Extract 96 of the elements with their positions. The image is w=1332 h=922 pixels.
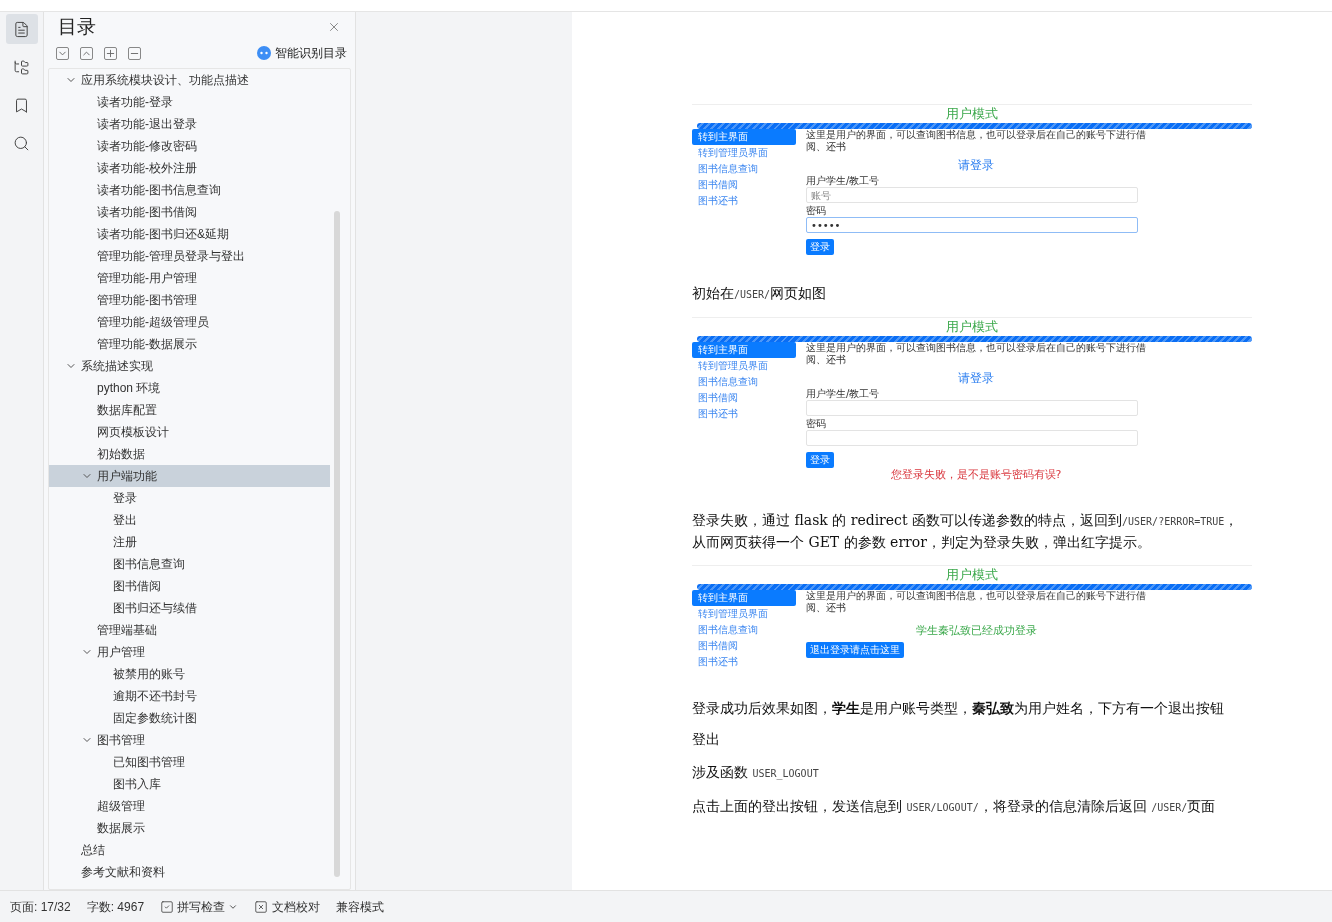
proofread-button[interactable]: 文档校对 (254, 897, 321, 916)
spell-check-button[interactable]: 拼写检查 (160, 897, 239, 916)
nav-link[interactable]: 转到主界面 (692, 129, 796, 145)
nav-link[interactable]: 图书借阅 (692, 638, 796, 654)
form-heading: 请登录 (957, 370, 995, 386)
toc-item[interactable]: 管理端基础 (49, 619, 330, 641)
input-field[interactable]: 账号 (806, 187, 1138, 203)
nav-link[interactable]: 转到管理员界面 (692, 358, 796, 374)
toc-item[interactable]: python 环境 (49, 377, 330, 399)
toc-item[interactable]: 管理功能-用户管理 (49, 267, 330, 289)
toc-item[interactable]: 图书信息查询 (49, 553, 330, 575)
login-button[interactable]: 登录 (806, 239, 834, 255)
field-label: 密码 (806, 204, 827, 217)
field-label: 密码 (806, 417, 827, 430)
toc-item[interactable]: 总结 (49, 839, 330, 861)
toc-item[interactable]: 读者功能-校外注册 (49, 157, 330, 179)
logout-button[interactable]: 退出登录请点击这里 (806, 642, 904, 658)
form-heading: 请登录 (957, 157, 995, 173)
nav-link[interactable]: 转到主界面 (692, 590, 796, 606)
smart-icon (257, 46, 271, 60)
smart-toc-button[interactable]: 智能识别目录 (257, 44, 347, 62)
intro-text: 这里是用户的界面，可以查询图书信息，也可以登录后在自己的账号下进行借阅、还书 (806, 590, 1146, 614)
toc-item[interactable]: 初始数据 (49, 443, 330, 465)
toc-item[interactable]: 登出 (49, 509, 330, 531)
toc-item[interactable]: 管理功能-管理员登录与登出 (49, 245, 330, 267)
toc-item[interactable]: 图书借阅 (49, 575, 330, 597)
word-count: 字数: 4967 (86, 898, 145, 916)
toc-item[interactable]: 参考文献和资料 (49, 861, 330, 883)
intro-text: 这里是用户的界面，可以查询图书信息，也可以登录后在自己的账号下进行借阅、还书 (806, 129, 1146, 153)
check-icon (160, 899, 175, 914)
toc-item[interactable]: 被禁用的账号 (49, 663, 330, 685)
panel-title: 目录 (58, 15, 96, 39)
login-button[interactable]: 登录 (806, 452, 834, 468)
plus-icon[interactable] (104, 46, 117, 60)
toc-item[interactable]: 已知图书管理 (49, 751, 330, 773)
toc-item[interactable]: 读者功能-图书归还&延期 (49, 223, 330, 245)
toc-item[interactable]: 网页模板设计 (49, 421, 330, 443)
toc-item[interactable]: 登录 (49, 487, 330, 509)
nav-link[interactable]: 图书信息查询 (692, 374, 796, 390)
toc-item[interactable]: 图书入库 (49, 773, 330, 795)
paragraph: 登录成功后效果如图，学生是用户账号类型，秦弘致为用户姓名，下方有一个退出按钮 (692, 699, 1225, 718)
nav-link[interactable]: 图书信息查询 (692, 622, 796, 638)
toc-item[interactable]: 读者功能-修改密码 (49, 135, 330, 157)
toc-item[interactable]: 图书归还与续借 (49, 597, 330, 619)
proofread-icon (254, 899, 269, 914)
toc-item[interactable]: 注册 (49, 531, 330, 553)
input-field[interactable]: ••••• (806, 217, 1138, 233)
paragraph: 涉及函数 USER_LOGOUT (692, 763, 820, 782)
paragraph: 登出 (692, 730, 721, 749)
success-message: 学生秦弘致已经成功登录 (914, 624, 1038, 638)
toc-item[interactable]: 读者功能-图书信息查询 (49, 179, 330, 201)
page-title: 用户模式 (945, 318, 999, 336)
nav-link[interactable]: 图书还书 (692, 193, 796, 209)
scrollbar[interactable] (334, 211, 340, 877)
field-label: 用户学生/教工号 (806, 387, 881, 400)
toc-item[interactable]: 数据展示 (49, 817, 330, 839)
nav-link[interactable]: 转到管理员界面 (692, 145, 796, 161)
toc-item[interactable]: 数据库配置 (49, 399, 330, 421)
nav-link[interactable]: 图书还书 (692, 406, 796, 422)
paragraph: 登录失败，通过 flask 的 redirect 函数可以传递参数的特点，返回到/USER/?ERROR=TRUE，从而网页获得一个 GET 的参数 error，判定为登录失败，弹出红字提示。 (692, 511, 1240, 552)
toc-item[interactable]: 应用系统模块设计、功能点描述 (49, 69, 330, 91)
error-message: 您登录失败，是不是账号密码有误? (889, 468, 1063, 482)
toc-item[interactable]: 管理功能-数据展示 (49, 333, 330, 355)
toc-item[interactable]: 系统描述实现 (49, 355, 330, 377)
toc-item[interactable]: 管理功能-超级管理员 (49, 311, 330, 333)
expand-all-icon[interactable] (56, 46, 69, 60)
toc-item[interactable]: 固定参数统计图 (49, 707, 330, 729)
toc-item[interactable]: 逾期不还书封号 (49, 685, 330, 707)
minus-icon[interactable] (128, 46, 141, 60)
nav-link[interactable]: 图书还书 (692, 654, 796, 670)
toc-item[interactable]: 用户管理 (49, 641, 330, 663)
nav-link[interactable]: 图书信息查询 (692, 161, 796, 177)
toc-item[interactable]: 读者功能-登录 (49, 91, 330, 113)
field-label: 用户学生/教工号 (806, 174, 881, 187)
toc-item[interactable]: 管理功能-图书管理 (49, 289, 330, 311)
toc-item[interactable]: 读者功能-图书借阅 (49, 201, 330, 223)
collapse-all-icon[interactable] (80, 46, 93, 60)
intro-text: 这里是用户的界面，可以查询图书信息，也可以登录后在自己的账号下进行借阅、还书 (806, 342, 1146, 366)
close-icon[interactable] (327, 20, 341, 34)
compat-mode-button[interactable]: 兼容模式 (336, 897, 385, 916)
page-title: 用户模式 (945, 105, 999, 123)
nav-link[interactable]: 转到主界面 (692, 342, 796, 358)
nav-link[interactable]: 转到管理员界面 (692, 606, 796, 622)
toc-item[interactable]: 图书管理 (49, 729, 330, 751)
toc-item[interactable]: 用户端功能 (49, 465, 330, 487)
toc-item[interactable]: 读者功能-退出登录 (49, 113, 330, 135)
page-count: 页面: 17/32 (10, 898, 71, 916)
page-title: 用户模式 (945, 566, 999, 584)
paragraph: 点击上面的登出按钮，发送信息到 USER/LOGOUT/，将登录的信息清除后返回 /USER/页面 (692, 797, 1217, 816)
toc-item[interactable]: 超级管理 (49, 795, 330, 817)
paragraph: 初始在/USER/网页如图 (692, 284, 828, 303)
input-field[interactable] (806, 400, 1138, 416)
input-field[interactable] (806, 430, 1138, 446)
nav-link[interactable]: 图书借阅 (692, 390, 796, 406)
outline-icon[interactable] (5, 14, 38, 44)
nav-link[interactable]: 图书借阅 (692, 177, 796, 193)
